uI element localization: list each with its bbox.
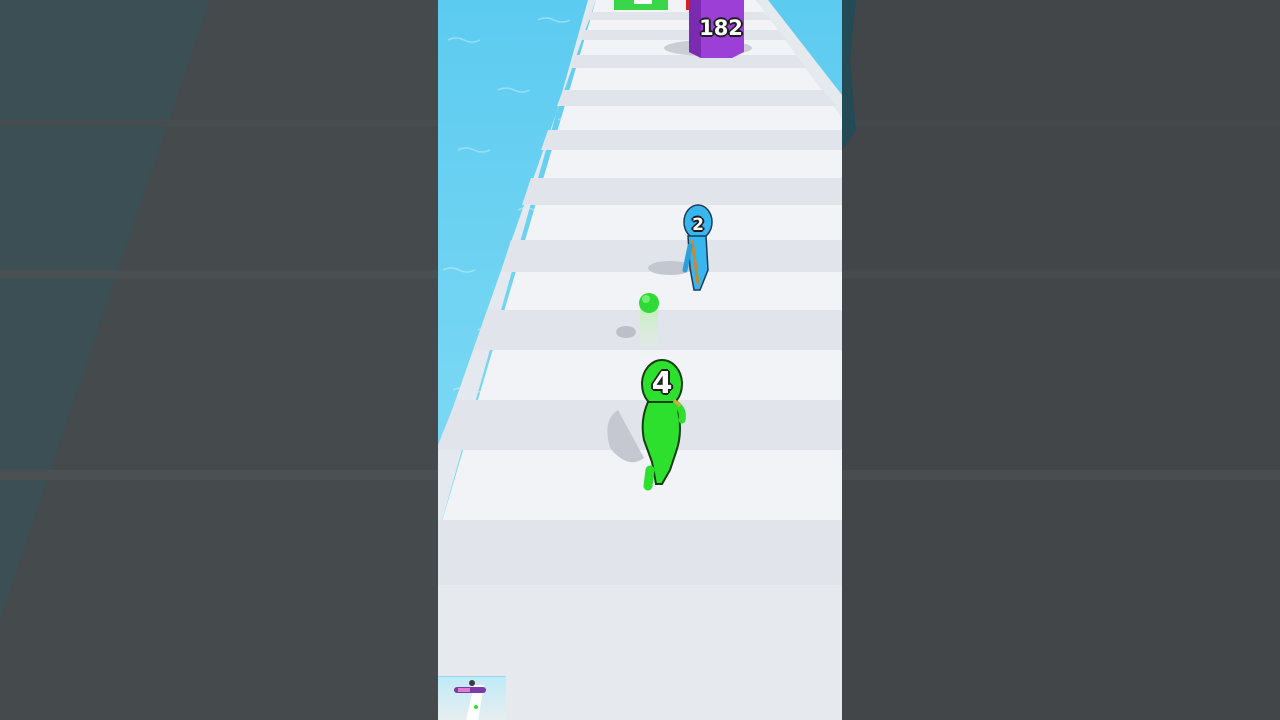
left-blurred-backdrop	[0, 0, 438, 720]
obstacle-count-label: 182	[699, 16, 743, 40]
right-blurred-backdrop	[842, 0, 1280, 720]
game-viewport[interactable]: 182 2 4	[438, 0, 842, 720]
left-backdrop-art	[0, 0, 438, 720]
player-level-label: 4	[651, 366, 673, 401]
minimap-thumbnail[interactable]	[438, 676, 506, 720]
game-scene	[438, 0, 842, 720]
minimap-art	[454, 680, 486, 720]
right-backdrop-art	[842, 0, 1280, 720]
enemy-level-label: 2	[692, 215, 704, 235]
